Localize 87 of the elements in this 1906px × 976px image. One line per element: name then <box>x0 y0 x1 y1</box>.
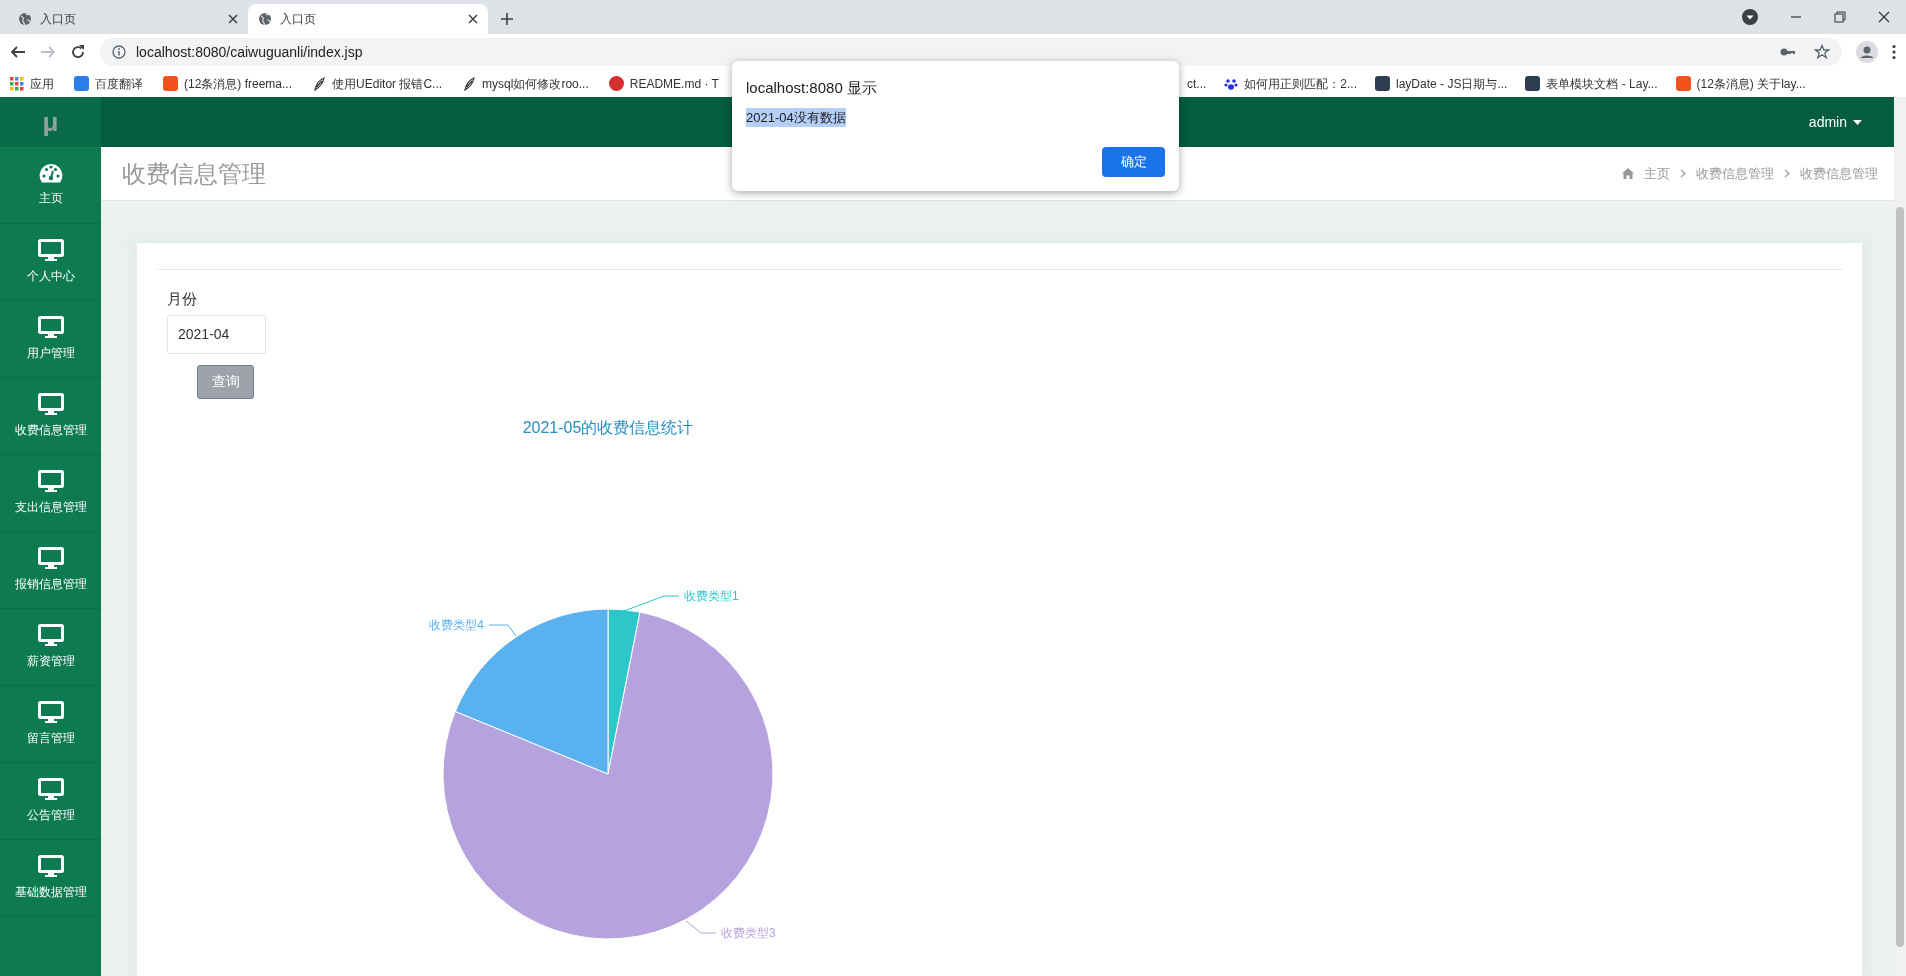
monitor-icon <box>37 778 64 800</box>
bookmark[interactable]: mysql如何修改roo... <box>462 74 589 93</box>
dialog-message: 2021-04没有数据 <box>746 107 846 127</box>
bookmark-label: layDate - JS日期与... <box>1396 75 1508 93</box>
paw-icon <box>1224 76 1239 91</box>
leader-line <box>623 595 680 611</box>
url-text: localhost:8080/caiwuguanli/index.jsp <box>136 42 363 62</box>
new-tab-icon[interactable] <box>500 12 514 26</box>
monitor-icon <box>37 701 64 723</box>
dashboard-icon <box>37 163 64 183</box>
bookmark[interactable]: 应用 <box>10 74 54 93</box>
user-menu[interactable]: admin <box>1808 111 1862 133</box>
sidebar-label: 留言管理 <box>26 730 75 747</box>
slice-label: 收费类型1 <box>684 588 739 603</box>
sidebar-label: 公告管理 <box>26 807 75 824</box>
bookmark[interactable]: 如何用正则匹配：2... <box>1224 74 1358 93</box>
sidebar-label: 个人中心 <box>26 268 75 285</box>
monitor-icon <box>37 624 64 646</box>
field-label: 月份 <box>167 289 198 309</box>
slice-label: 收费类型4 <box>429 617 484 632</box>
scrollbar[interactable] <box>1894 97 1906 976</box>
bookmark-label: README.md · T <box>629 75 719 93</box>
monitor-icon <box>37 393 64 415</box>
globe-icon <box>18 12 32 26</box>
dialog-title: localhost:8080 显示 <box>746 78 878 98</box>
tab-title: 入口页 <box>280 11 317 28</box>
bookmark[interactable]: 百度翻译 <box>74 74 143 93</box>
browser-tab[interactable]: 入口页 <box>248 4 488 34</box>
sidebar-label: 主页 <box>38 190 63 207</box>
sidebar-label: 收费信息管理 <box>14 422 87 439</box>
page-title: 收费信息管理 <box>122 158 266 189</box>
bookmark[interactable]: (12条消息) freema... <box>163 74 293 93</box>
bookmark[interactable]: layDate - JS日期与... <box>1375 74 1508 93</box>
dropdown-icon[interactable] <box>1742 9 1758 25</box>
chart-title: 2021-05的收费信息统计 <box>522 418 694 436</box>
ok-button[interactable]: 确定 <box>1102 147 1165 177</box>
menu-icon[interactable] <box>1892 44 1896 60</box>
sidebar-label: 薪资管理 <box>26 653 75 670</box>
info-icon <box>112 45 126 59</box>
bookmark-label: 使用UEditor 报错C... <box>332 75 443 93</box>
reload-icon[interactable] <box>70 44 86 60</box>
tab-title: 入口页 <box>40 11 77 28</box>
home-icon <box>1622 168 1634 179</box>
bookmark-label: 表单模块文档 - Lay... <box>1546 75 1658 93</box>
bookmark[interactable]: 表单模块文档 - Lay... <box>1525 74 1658 93</box>
key-icon[interactable] <box>1780 47 1796 57</box>
back-icon[interactable] <box>10 44 26 60</box>
feather-icon <box>312 76 327 91</box>
chevron-icon <box>1784 169 1790 178</box>
monitor-icon <box>37 547 64 569</box>
close-icon[interactable] <box>468 14 478 24</box>
logo: μ <box>0 97 101 147</box>
bookmark[interactable]: 使用UEditor 报错C... <box>312 74 443 93</box>
address-bar[interactable]: localhost:8080/caiwuguanli/index.jsp <box>100 38 1842 66</box>
month-field[interactable]: 2021-04 <box>167 314 266 354</box>
restore-icon[interactable] <box>1834 11 1846 23</box>
chevron-icon <box>1680 169 1686 178</box>
sidebar-label: 基础数据管理 <box>14 884 87 901</box>
bookmark-label: mysql如何修改roo... <box>482 75 589 93</box>
sidebar-label: 支出信息管理 <box>14 499 87 516</box>
slice-label: 收费类型3 <box>721 925 776 940</box>
monitor-icon <box>37 239 64 261</box>
globe-icon <box>258 12 272 26</box>
monitor-icon <box>37 855 64 877</box>
leader-line <box>685 920 717 933</box>
username: admin <box>1808 112 1847 132</box>
caret-icon <box>1853 119 1862 125</box>
leader-line <box>488 624 517 636</box>
close-icon[interactable] <box>228 14 238 24</box>
bookmark[interactable]: (12条消息) 关于lay... <box>1675 74 1806 93</box>
bookmark[interactable]: ct... <box>1187 74 1207 93</box>
bookmark-label: 应用 <box>30 75 54 93</box>
monitor-icon <box>37 316 64 338</box>
bookmark-label: 如何用正则匹配：2... <box>1244 75 1358 93</box>
monitor-icon <box>37 470 64 492</box>
bookmark[interactable]: README.md · T <box>608 74 719 93</box>
sidebar-label: 报销信息管理 <box>14 576 87 593</box>
sidebar-label: 用户管理 <box>26 345 75 362</box>
star-icon[interactable] <box>1814 44 1830 60</box>
profile-icon[interactable] <box>1856 41 1878 63</box>
apps-grid-icon <box>10 76 24 91</box>
bookmark-label: 百度翻译 <box>95 75 143 93</box>
browser-tab[interactable]: 入口页 <box>8 4 248 34</box>
close-icon[interactable] <box>1878 11 1890 23</box>
bookmark-label: (12条消息) freema... <box>184 75 293 93</box>
feather-icon <box>462 76 477 91</box>
bookmark-label: (12条消息) 关于lay... <box>1696 75 1806 93</box>
